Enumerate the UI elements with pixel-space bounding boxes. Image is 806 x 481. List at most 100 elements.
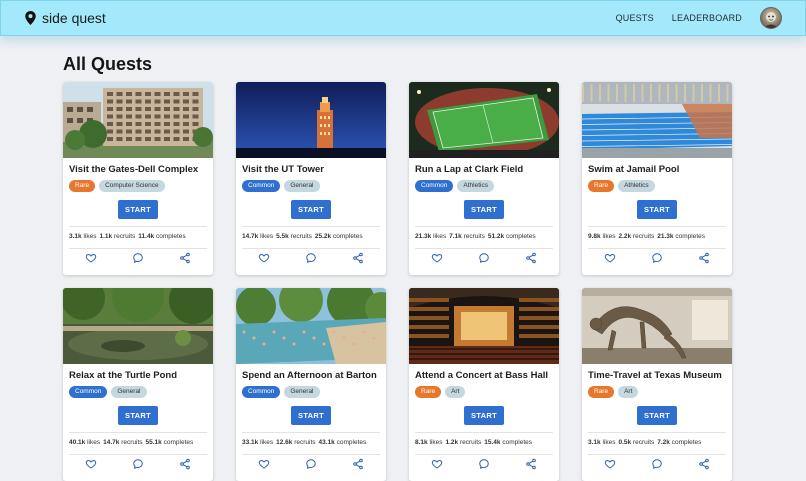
- quest-title: Attend a Concert at Bass Hall: [415, 370, 549, 381]
- heart-icon[interactable]: [258, 458, 270, 470]
- completes-count: 21.3k: [657, 233, 674, 240]
- quest-card[interactable]: Time-Travel at Texas Museum Rare Art START 3…: [582, 288, 732, 481]
- quest-image: [236, 288, 386, 364]
- completes-label: completes: [505, 233, 536, 240]
- quest-image: [409, 82, 559, 158]
- category-tag: General: [284, 180, 320, 192]
- heart-icon[interactable]: [258, 252, 270, 264]
- quest-image: [582, 82, 732, 158]
- heart-icon[interactable]: [604, 252, 616, 264]
- quest-title: Spend an Afternoon at Barton: [242, 370, 377, 381]
- quest-title: Relax at the Turtle Pond: [69, 370, 178, 381]
- share-icon[interactable]: [352, 252, 364, 264]
- quest-tags: Rare Computer Science: [69, 180, 213, 192]
- card-divider: [415, 454, 553, 455]
- completes-label: completes: [332, 233, 363, 240]
- rarity-tag: Rare: [69, 180, 96, 192]
- quest-card[interactable]: Relax at the Turtle Pond Common General STA…: [63, 288, 213, 481]
- card-divider: [588, 248, 726, 249]
- quest-card[interactable]: Visit the UT Tower Common General START 14.7…: [236, 82, 386, 275]
- recruits-count: 7.1k: [449, 233, 462, 240]
- share-icon[interactable]: [179, 458, 191, 470]
- quest-tags: Rare Art: [415, 386, 559, 398]
- quest-tags: Rare Art: [588, 386, 732, 398]
- comment-icon[interactable]: [478, 252, 490, 264]
- category-tag: General: [284, 386, 320, 398]
- share-icon[interactable]: [525, 458, 537, 470]
- heart-icon[interactable]: [85, 458, 97, 470]
- start-quest-button[interactable]: START: [464, 200, 504, 219]
- comment-icon[interactable]: [305, 458, 317, 470]
- start-quest-button[interactable]: START: [291, 406, 331, 425]
- quest-tags: Common General: [242, 386, 386, 398]
- brand-name: side quest: [42, 10, 106, 26]
- nav-link-quests[interactable]: QUESTS: [616, 13, 654, 23]
- comment-icon[interactable]: [651, 252, 663, 264]
- share-icon[interactable]: [525, 252, 537, 264]
- start-quest-button[interactable]: START: [118, 406, 158, 425]
- card-divider: [69, 248, 207, 249]
- start-quest-button[interactable]: START: [118, 200, 158, 219]
- heart-icon[interactable]: [431, 252, 443, 264]
- quest-card[interactable]: Run a Lap at Clark Field Common Athletics S…: [409, 82, 559, 275]
- quest-card[interactable]: Spend an Afternoon at Barton Common Genera…: [236, 288, 386, 481]
- quest-image: [63, 288, 213, 364]
- quest-title: Time-Travel at Texas Museum: [588, 370, 722, 381]
- quest-grid: Visit the Gates-Dell Complex Rare Computer…: [63, 82, 732, 481]
- quest-title: Visit the Gates-Dell Complex: [69, 164, 199, 175]
- card-divider: [242, 432, 380, 433]
- heart-icon[interactable]: [604, 458, 616, 470]
- comment-icon[interactable]: [132, 252, 144, 264]
- heart-icon[interactable]: [431, 458, 443, 470]
- quest-stats: 14.7k likes 5.5k recruits 25.2k completes: [242, 233, 386, 240]
- card-divider: [242, 226, 380, 227]
- card-divider: [415, 248, 553, 249]
- share-icon[interactable]: [179, 252, 191, 264]
- card-divider: [588, 454, 726, 455]
- category-tag: Athletics: [457, 180, 494, 192]
- quest-image: [582, 288, 732, 364]
- comment-icon[interactable]: [478, 458, 490, 470]
- start-quest-button[interactable]: START: [637, 406, 677, 425]
- avatar-face-icon: [764, 12, 778, 28]
- category-tag: Computer Science: [99, 180, 165, 192]
- quest-stats: 21.3k likes 7.1k recruits 51.2k completes: [415, 233, 559, 240]
- comment-icon[interactable]: [132, 458, 144, 470]
- quest-tags: Common Athletics: [415, 180, 559, 192]
- user-avatar[interactable]: [760, 7, 782, 29]
- card-divider: [415, 432, 553, 433]
- recruits-label: recruits: [632, 233, 655, 240]
- top-navbar: side quest QUESTS LEADERBOARD: [0, 0, 806, 36]
- recruits-count: 2.2k: [618, 233, 632, 240]
- quest-tags: Common General: [69, 386, 213, 398]
- comment-icon[interactable]: [305, 252, 317, 264]
- start-quest-button[interactable]: START: [464, 406, 504, 425]
- card-divider: [69, 432, 207, 433]
- quest-title: Visit the UT Tower: [242, 164, 324, 175]
- quest-card[interactable]: Attend a Concert at Bass Hall Rare Art STAR…: [409, 288, 559, 481]
- rarity-tag: Rare: [415, 386, 442, 398]
- card-divider: [415, 226, 553, 227]
- share-icon[interactable]: [352, 458, 364, 470]
- quest-tags: Rare Athletics: [588, 180, 732, 192]
- heart-icon[interactable]: [85, 252, 97, 264]
- nav-link-leaderboard[interactable]: LEADERBOARD: [672, 13, 742, 23]
- brand[interactable]: side quest: [25, 10, 106, 26]
- start-quest-button[interactable]: START: [291, 200, 331, 219]
- quest-stats: 3.1k likes 1.1k recruits 11.4k completes: [69, 233, 213, 240]
- completes-label: completes: [675, 233, 705, 240]
- likes-count: 9.8k: [588, 233, 601, 240]
- category-tag: General: [111, 386, 147, 398]
- start-quest-button[interactable]: START: [637, 200, 677, 219]
- share-icon[interactable]: [698, 252, 710, 264]
- recruits-label: recruits: [113, 233, 136, 240]
- completes-count: 25.2k: [314, 233, 332, 240]
- comment-icon[interactable]: [651, 458, 663, 470]
- quest-tags: Common General: [242, 180, 386, 192]
- quest-card[interactable]: Swim at Jamail Pool Rare Athletics START 9.8…: [582, 82, 732, 275]
- quest-card[interactable]: Visit the Gates-Dell Complex Rare Computer…: [63, 82, 213, 275]
- card-actions: [582, 252, 732, 264]
- category-tag: Art: [618, 386, 639, 398]
- card-actions: [582, 458, 732, 470]
- share-icon[interactable]: [698, 458, 710, 470]
